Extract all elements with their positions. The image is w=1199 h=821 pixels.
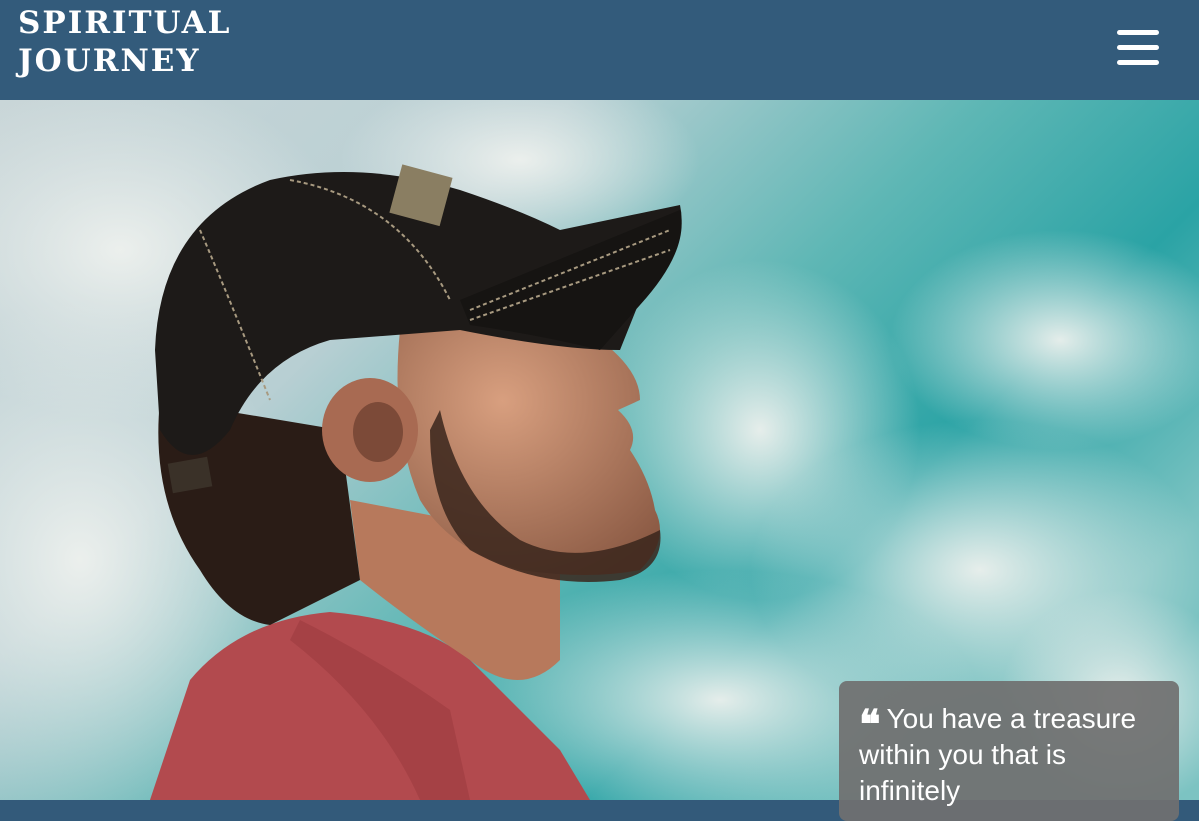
menu-bar-bottom: [1117, 60, 1159, 65]
quote-text: You have a treasure within you that is i…: [859, 703, 1137, 806]
hamburger-menu-icon[interactable]: [1116, 28, 1160, 68]
quote-card: ❝ You have a treasure within you that is …: [839, 681, 1179, 821]
menu-bar-top: [1117, 30, 1159, 35]
site-header: SPIRITUAL JOURNEY: [0, 0, 1199, 100]
brand-line-2: JOURNEY: [18, 43, 201, 79]
site-logo[interactable]: SPIRITUAL JOURNEY: [18, 4, 231, 80]
brand-line-1: SPIRITUAL: [18, 5, 232, 41]
menu-bar-middle: [1117, 45, 1159, 50]
